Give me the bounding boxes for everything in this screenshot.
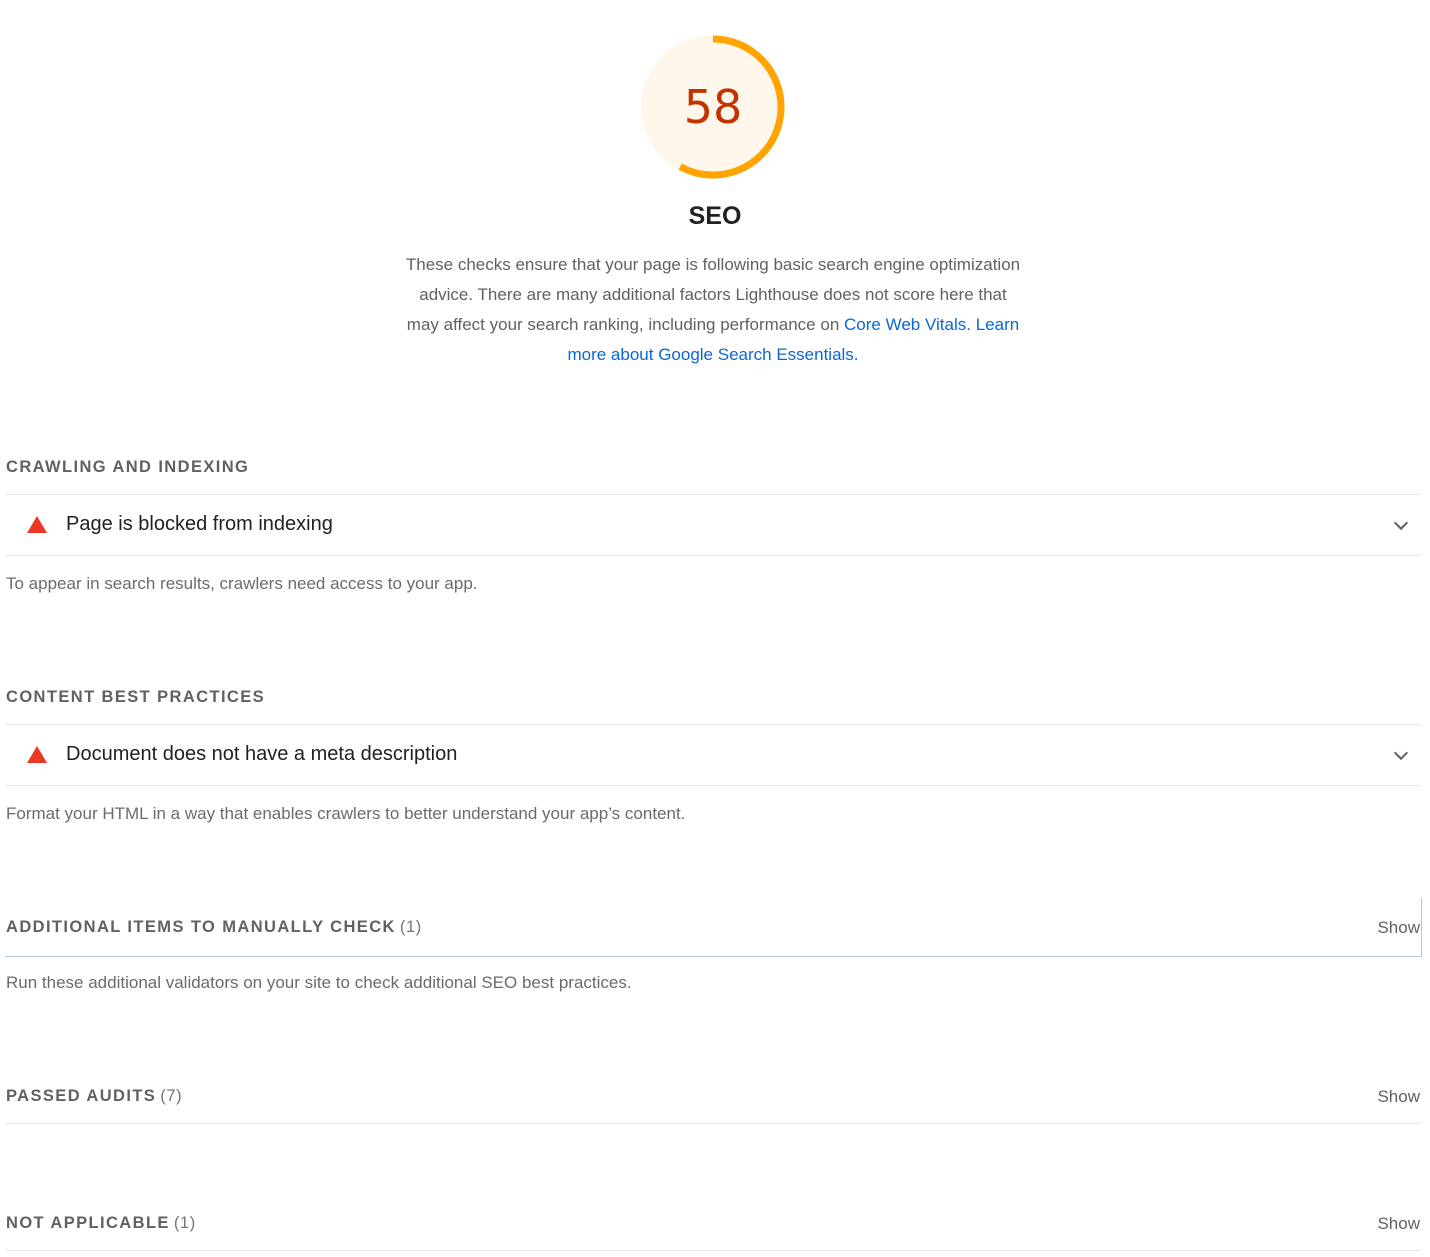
group-title-passed-label: Passed audits [6, 1087, 157, 1105]
group-description-manual: Run these additional validators on your … [6, 973, 632, 992]
chevron-down-icon[interactable] [1393, 745, 1409, 761]
audit-title: Document does not have a meta descriptio… [66, 743, 458, 765]
score-value: 58 [683, 80, 743, 134]
show-manual-button[interactable]: Show [1377, 918, 1420, 938]
audit-row-meta-description[interactable]: Document does not have a meta descriptio… [6, 725, 1420, 785]
group-count-passed: (7) [160, 1087, 183, 1105]
group-title-crawling: Crawling and Indexing [6, 458, 250, 476]
show-notapplicable-button[interactable]: Show [1377, 1214, 1420, 1234]
group-title-content: Content Best Practices [6, 688, 266, 706]
divider [6, 1123, 1420, 1124]
group-title-notapplicable: Not applicable (1) [6, 1214, 196, 1233]
core-web-vitals-link[interactable]: Core Web Vitals. [844, 315, 971, 334]
group-count-notapplicable: (1) [173, 1214, 196, 1232]
group-title-manual-label: Additional items to manually check [6, 918, 396, 936]
audit-row-is-crawlable[interactable]: Page is blocked from indexing [6, 495, 1420, 555]
warning-triangle-icon [27, 746, 47, 763]
group-title-passed: Passed audits (7) [6, 1087, 182, 1106]
group-description-crawling: To appear in search results, crawlers ne… [6, 574, 478, 593]
group-count-manual: (1) [399, 918, 422, 936]
category-title: SEO [688, 202, 742, 230]
chevron-down-icon[interactable] [1393, 515, 1409, 531]
category-description: These checks ensure that your page is fo… [405, 250, 1021, 370]
divider [6, 1250, 1420, 1251]
group-title-notapplicable-label: Not applicable [6, 1214, 170, 1232]
show-passed-button[interactable]: Show [1377, 1087, 1420, 1107]
divider [6, 785, 1420, 786]
divider [6, 555, 1420, 556]
warning-triangle-icon [27, 516, 47, 533]
score-gauge: 58 [640, 34, 786, 180]
group-title-manual: Additional items to manually check (1) [6, 918, 422, 937]
audit-title: Page is blocked from indexing [66, 513, 333, 535]
group-description-content: Format your HTML in a way that enables c… [6, 804, 686, 823]
